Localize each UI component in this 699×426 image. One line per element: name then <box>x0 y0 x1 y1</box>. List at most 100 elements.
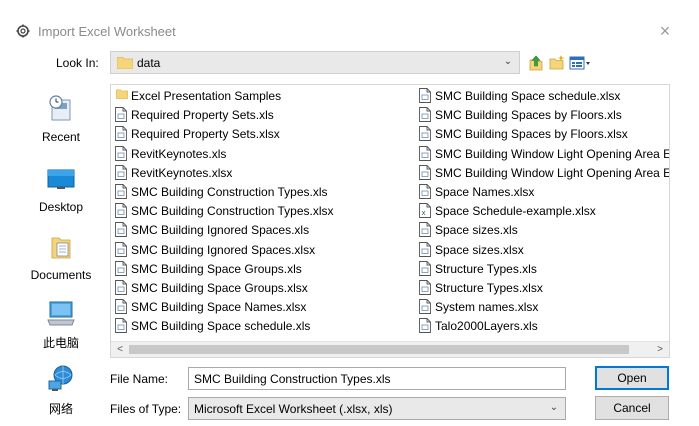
document-icon <box>115 126 127 142</box>
place-label: 网络 <box>48 402 73 416</box>
file-item[interactable]: SMC Building Ignored Spaces.xls <box>113 220 413 239</box>
document-icon <box>115 203 127 219</box>
file-name: Excel Presentation Samples <box>131 89 282 103</box>
file-item[interactable]: Space Names.xlsx <box>417 182 669 201</box>
close-button[interactable]: × <box>652 20 678 42</box>
place-recent[interactable]: Recent <box>18 94 104 144</box>
file-name: SMC Building Space schedule.xls <box>131 319 311 334</box>
window-title: Import Excel Worksheet <box>38 24 176 39</box>
document-icon <box>419 279 431 295</box>
document-icon <box>419 107 431 123</box>
file-item[interactable]: SMC Building Window Light Opening Area E… <box>417 163 669 182</box>
document-icon <box>115 260 127 276</box>
file-item[interactable]: Required Property Sets.xlsx <box>113 124 413 143</box>
file-item[interactable]: SMC Building Space Groups.xls <box>113 259 413 278</box>
file-item[interactable]: SMC Building Window Light Opening Area E… <box>417 144 669 163</box>
file-item[interactable]: SMC Building Space schedule.xlsx <box>417 86 669 105</box>
up-folder-icon[interactable] <box>527 54 545 72</box>
file-item[interactable]: SMC Building Spaces by Floors.xlsx <box>417 124 669 143</box>
file-name: SMC Building Space Groups.xls <box>131 261 302 276</box>
file-name: Structure Types.xlsx <box>435 280 543 295</box>
file-item[interactable]: SMC Building Ignored Spaces.xlsx <box>113 240 413 259</box>
document-icon <box>115 222 127 238</box>
file-item[interactable]: Space sizes.xlsx <box>417 240 669 259</box>
network-icon <box>48 365 73 391</box>
file-column-1: Excel Presentation Samples Required Prope… <box>113 86 413 335</box>
file-name-label: File Name: <box>110 372 169 386</box>
file-item[interactable]: SMC Building Construction Types.xlsx <box>113 201 413 220</box>
file-name: SMC Building Space Names.xlsx <box>131 300 307 315</box>
file-name: Space Names.xlsx <box>435 184 535 199</box>
place-label: 此电脑 <box>42 336 79 350</box>
document-icon <box>115 145 127 161</box>
look-in-dropdown[interactable]: data ⌄ <box>110 51 520 74</box>
file-type-label: Files of Type: <box>110 402 182 416</box>
folder-item[interactable]: Excel Presentation Samples <box>113 86 413 105</box>
place-desktop[interactable]: Desktop <box>18 164 104 214</box>
computer-icon <box>47 301 75 326</box>
file-name: SMC Building Spaces by Floors.xlsx <box>435 127 628 142</box>
place-this-pc[interactable]: 此电脑 <box>18 298 104 351</box>
file-type-dropdown[interactable]: Microsoft Excel Worksheet (.xlsx, xls) ⌄ <box>188 397 566 420</box>
file-item[interactable]: SMC Building Spaces by Floors.xls <box>417 105 669 124</box>
file-item[interactable]: System names.xlsx <box>417 297 669 316</box>
documents-icon <box>51 237 71 259</box>
chevron-down-icon[interactable]: ⌄ <box>501 55 515 69</box>
file-item[interactable]: Structure Types.xls <box>417 259 669 278</box>
document-icon <box>115 183 127 199</box>
svg-text:x: x <box>422 209 426 217</box>
file-name-input[interactable] <box>188 367 566 390</box>
file-item[interactable]: SMC Building Space Groups.xlsx <box>113 278 413 297</box>
file-name: Space sizes.xlsx <box>435 242 524 257</box>
document-icon <box>115 164 127 180</box>
place-documents[interactable]: Documents <box>18 232 104 282</box>
file-name: Space sizes.xls <box>435 223 518 238</box>
file-item[interactable]: Structure Types.xlsx <box>417 278 669 297</box>
place-network[interactable]: 网络 <box>18 364 104 417</box>
document-icon <box>115 279 127 295</box>
file-name: SMC Building Ignored Spaces.xls <box>131 223 310 238</box>
file-type-value: Microsoft Excel Worksheet (.xlsx, xls) <box>194 402 393 416</box>
file-item[interactable]: Space sizes.xls <box>417 220 669 239</box>
document-icon <box>419 164 431 180</box>
open-button[interactable]: Open <box>595 366 669 390</box>
place-label: Documents <box>30 268 92 282</box>
gear-icon <box>16 24 30 38</box>
file-name: System names.xlsx <box>435 300 539 315</box>
file-name: SMC Building Space Groups.xlsx <box>131 280 308 295</box>
document-icon <box>115 318 127 334</box>
file-item[interactable]: RevitKeynotes.xls <box>113 144 413 163</box>
file-item[interactable]: SMC Building Construction Types.xls <box>113 182 413 201</box>
document-icon <box>419 145 431 161</box>
cancel-button[interactable]: Cancel <box>595 396 669 420</box>
new-folder-icon[interactable] <box>548 54 566 72</box>
chevron-down-icon[interactable]: ⌄ <box>547 401 561 415</box>
document-icon <box>419 222 431 238</box>
file-item[interactable]: Talo2000Layers.xls <box>417 316 669 335</box>
horizontal-scrollbar[interactable]: < > <box>111 341 669 357</box>
file-item[interactable]: RevitKeynotes.xlsx <box>113 163 413 182</box>
file-name: SMC Building Spaces by Floors.xls <box>435 108 622 123</box>
file-list[interactable]: Excel Presentation Samples Required Prope… <box>110 84 670 358</box>
folder-icon <box>117 57 133 69</box>
file-name: Structure Types.xls <box>435 261 537 276</box>
file-column-2: SMC Building Space schedule.xlsx SMC Buil… <box>417 86 669 335</box>
folder-icon <box>116 89 128 99</box>
file-name: Talo2000Layers.xls <box>435 319 538 334</box>
file-name: Required Property Sets.xls <box>131 108 274 123</box>
file-name: SMC Building Space schedule.xlsx <box>435 89 621 103</box>
document-icon <box>419 299 431 315</box>
document-icon <box>115 107 127 123</box>
file-name: SMC Building Window Light Opening Area E… <box>435 146 669 161</box>
scroll-left-icon[interactable]: < <box>113 343 127 356</box>
scroll-thumb[interactable] <box>129 345 629 354</box>
view-menu-icon[interactable] <box>569 54 591 72</box>
file-name: Required Property Sets.xlsx <box>131 127 280 142</box>
file-item[interactable]: Required Property Sets.xls <box>113 105 413 124</box>
file-item[interactable]: SMC Building Space Names.xlsx <box>113 297 413 316</box>
scroll-right-icon[interactable]: > <box>653 343 667 356</box>
file-item[interactable]: x Space Schedule-example.xlsx <box>417 201 669 220</box>
document-icon <box>419 241 431 257</box>
excel-file-icon: x <box>419 203 431 219</box>
file-item[interactable]: SMC Building Space schedule.xls <box>113 316 413 335</box>
